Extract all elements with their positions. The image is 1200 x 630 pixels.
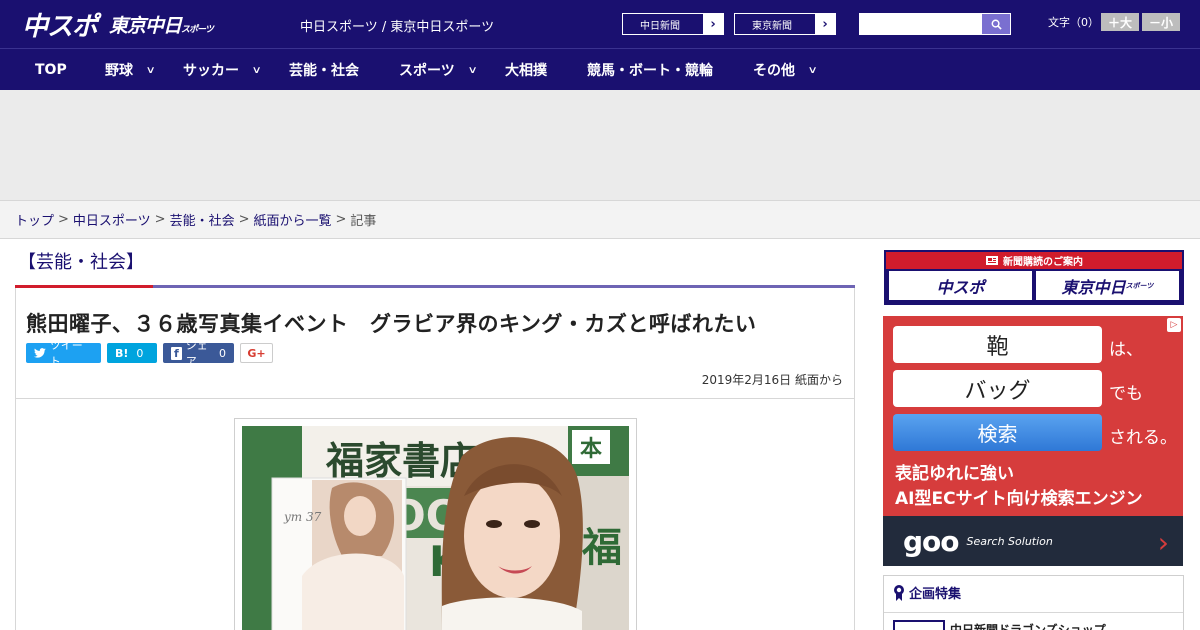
ad-footer: goo Search Solution › [883,516,1183,566]
search-button[interactable] [982,14,1010,34]
breadcrumb-entertainment[interactable]: 芸能・社会 [170,210,235,229]
nav-other[interactable]: その他 ∨ [753,49,818,91]
ad-copy: 表記ゆれに強い AI型ECサイト向け検索エンジン [895,464,1143,509]
ad-word-2: バッグ [893,370,1102,407]
chevron-right-icon: › [815,14,835,34]
subscription-heading: 新聞購読のご案内 [1003,257,1083,268]
ad-suffix-3: される。 [1109,428,1177,448]
feature-thumb[interactable] [893,620,945,630]
main-nav: TOP 野球 ∨ サッカー ∨ 芸能・社会 スポーツ ∨ 大相撲 競馬・ボート・競輪 … [0,48,1200,90]
google-plus-icon: G+ [247,346,266,360]
section-label: 【芸能・社会】 [18,252,144,273]
ad-suffix-2: でも [1109,384,1143,404]
ad-suffix-1: は、 [1109,340,1143,360]
article-title: 熊田曜子、３６歳写真集イベント グラビア界のキング・カズと呼ばれたい [26,312,757,336]
svg-text:ym 37: ym 37 [283,510,322,524]
goo-tagline: Search Solution [966,534,1053,548]
font-larger-button[interactable]: ＋大 [1101,13,1139,31]
nav-baseball[interactable]: 野球 ∨ [105,49,156,91]
nav-entertainment[interactable]: 芸能・社会 [289,49,359,91]
article-photo[interactable]: 本 福 福家書店 OOK KU ym 37 [242,426,629,630]
site-title[interactable]: 中日スポーツ / 東京中日スポーツ [300,16,494,35]
chunichi-shimbun-link[interactable]: 中日新聞 › [622,13,724,35]
article-date: 2019年2月16日 紙面から [701,373,843,387]
goo-search-ad[interactable]: ▷ 鞄 は、 バッグ でも 検索 される。 表記ゆれに強い AI型ECサイト向け… [883,316,1183,566]
breadcrumb-chunichi-sports[interactable]: 中日スポーツ [73,210,151,229]
chevron-down-icon: ∨ [807,64,818,76]
twitter-bird-icon [34,348,46,358]
site-search [859,13,1011,35]
hatena-icon: B! [115,346,129,360]
photo-illustration: 本 福 福家書店 OOK KU ym 37 [242,426,629,630]
svg-text:本: 本 [580,437,602,462]
goo-logo: goo [903,524,960,558]
tokyo-shimbun-link[interactable]: 東京新聞 › [734,13,836,35]
nav-soccer[interactable]: サッカー ∨ [183,49,262,91]
search-input[interactable] [860,14,982,34]
nav-racing[interactable]: 競馬・ボート・競輪 [587,49,713,91]
article-divider [16,398,854,399]
feature-item-dragons-shop[interactable]: 中日新聞ドラゴンズショップ [950,621,1106,630]
feature-divider [884,612,1183,613]
subscription-banner[interactable]: 新聞購読のご案内 中スポ 東京中日 スポーツ [884,250,1184,305]
site-logo[interactable]: 中スポ 東京中日スポーツ [22,8,214,42]
chevron-down-icon: ∨ [145,64,156,76]
facebook-icon: f [171,346,182,360]
svg-text:福: 福 [581,525,622,571]
nav-sports[interactable]: スポーツ ∨ [399,49,478,91]
breadcrumb-paper-list[interactable]: 紙面から一覧 [254,210,332,229]
tweet-button[interactable]: ツイート [26,339,101,368]
breadcrumb-top[interactable]: トップ [15,210,54,229]
newspaper-icon [986,256,998,265]
chevron-right-icon: › [1157,526,1169,559]
nav-top[interactable]: TOP [35,49,67,91]
adchoices-icon[interactable]: ▷ [1167,318,1181,332]
ad-search-button: 検索 [893,414,1102,451]
breadcrumb-current: 記事 [350,214,377,229]
google-plus-button[interactable]: G+ [240,343,273,363]
subscribe-chuspo[interactable]: 中スポ [889,271,1032,300]
breadcrumb: トップ > 中日スポーツ > 芸能・社会 > 紙面から一覧 > 記事 [0,201,1200,239]
facebook-share-button[interactable]: f シェア 0 [163,339,234,368]
hatena-bookmark-button[interactable]: B! 0 [107,343,157,363]
font-smaller-button[interactable]: －小 [1142,13,1180,31]
ad-word-1: 鞄 [893,326,1102,363]
logo-tokyo-chunichi: 東京中日スポーツ [109,14,214,37]
logo-chuspo: 中スポ [22,11,98,42]
header-bar: 中スポ 東京中日スポーツ 中日スポーツ / 東京中日スポーツ 中日新聞 › 東京… [0,0,1200,48]
top-ad-space [0,90,1200,201]
search-icon [991,19,1002,30]
nav-sumo[interactable]: 大相撲 [505,49,547,91]
font-size-label: 文字（0） [1048,16,1099,29]
chevron-down-icon: ∨ [251,64,262,76]
feature-title: 企画特集 [893,583,961,602]
chevron-right-icon: › [703,14,723,34]
subscribe-tokyo-chunichi[interactable]: 東京中日 スポーツ [1036,271,1179,300]
chevron-down-icon: ∨ [467,64,478,76]
ribbon-icon [894,584,904,601]
